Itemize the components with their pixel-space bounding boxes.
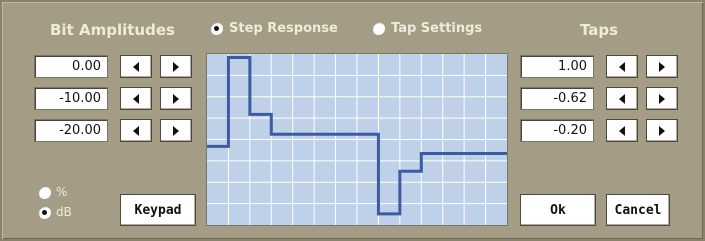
triangle-left-icon (619, 93, 625, 104)
tap-2-decrement-button[interactable] (606, 87, 638, 110)
triangle-right-icon (659, 125, 665, 136)
tap-field-2[interactable]: -0.62 (520, 87, 594, 110)
tap-3-decrement-button[interactable] (606, 119, 638, 142)
tap-settings-radio[interactable]: Tap Settings (372, 21, 482, 36)
step-response-plot (206, 53, 508, 226)
keypad-button[interactable]: Keypad (120, 194, 196, 226)
tap-settings-radio-dot[interactable] (372, 22, 385, 35)
taps-heading: Taps (580, 21, 619, 39)
step-response-radio-dot[interactable] (210, 22, 223, 35)
tap-3-increment-button[interactable] (646, 119, 678, 142)
tap-field-1[interactable]: 1.00 (520, 55, 594, 78)
triangle-right-icon (173, 93, 179, 104)
triangle-left-icon (619, 61, 625, 72)
bit-amplitude-2-decrement-button[interactable] (120, 87, 152, 110)
cancel-button[interactable]: Cancel (606, 194, 670, 226)
step-response-label: Step Response (229, 21, 338, 36)
bit-amplitude-2-increment-button[interactable] (160, 87, 192, 110)
bit-amplitude-3-increment-button[interactable] (160, 119, 192, 142)
triangle-left-icon (619, 125, 625, 136)
triangle-right-icon (173, 125, 179, 136)
tap-2-increment-button[interactable] (646, 87, 678, 110)
bit-amplitude-1-decrement-button[interactable] (120, 55, 152, 78)
unit-db-option[interactable]: dB (38, 205, 72, 219)
bit-amplitudes-heading: Bit Amplitudes (50, 21, 175, 39)
step-response-svg (207, 54, 507, 225)
unit-percent-option[interactable]: % (38, 185, 67, 199)
tap-1-decrement-button[interactable] (606, 55, 638, 78)
bit-amplitude-field-1[interactable]: 0.00 (34, 55, 108, 78)
triangle-left-icon (133, 93, 139, 104)
triangle-right-icon (173, 61, 179, 72)
bit-amplitude-field-2[interactable]: -10.00 (34, 87, 108, 110)
unit-percent-radio-dot[interactable] (38, 185, 51, 199)
triangle-right-icon (659, 93, 665, 104)
ok-button[interactable]: Ok (520, 194, 596, 226)
unit-percent-label: % (56, 185, 68, 199)
step-response-dialog: Bit Amplitudes Step Response Tap Setting… (0, 0, 705, 241)
bit-amplitude-1-increment-button[interactable] (160, 55, 192, 78)
bit-amplitude-field-3[interactable]: -20.00 (34, 119, 108, 142)
unit-db-label: dB (56, 205, 72, 219)
step-response-radio[interactable]: Step Response (210, 21, 338, 36)
triangle-right-icon (659, 61, 665, 72)
triangle-left-icon (133, 125, 139, 136)
unit-db-radio-dot[interactable] (38, 205, 51, 219)
bit-amplitude-3-decrement-button[interactable] (120, 119, 152, 142)
tap-settings-label: Tap Settings (391, 21, 483, 36)
tap-1-increment-button[interactable] (646, 55, 678, 78)
triangle-left-icon (133, 61, 139, 72)
tap-field-3[interactable]: -0.20 (520, 119, 594, 142)
